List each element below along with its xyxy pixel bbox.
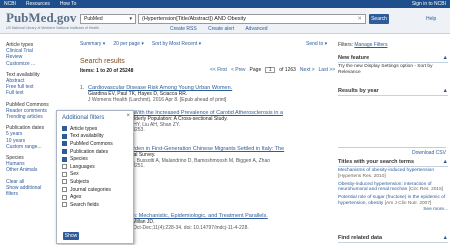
collapse-icon[interactable]: ▲	[443, 235, 448, 241]
page-total: of 1263	[279, 67, 296, 73]
titles-list: Mechanisms of obesity-induced hypertensi…	[338, 168, 448, 213]
next-page-link[interactable]: Next >	[300, 67, 315, 73]
close-icon[interactable]: ×	[126, 113, 130, 119]
results-by-year-heading: Results by year ▲	[338, 88, 448, 96]
additional-filters-popup: Additional filters × Article types Text a…	[56, 110, 134, 244]
popup-title: Additional filters	[62, 115, 105, 121]
new-feature-heading: New feature ▲	[338, 55, 448, 63]
filter-option-label: Subjects	[70, 178, 90, 185]
signin-link[interactable]: Sign in to NCBI	[412, 1, 446, 7]
create-alert-link[interactable]: Create alert	[208, 26, 234, 32]
advanced-search-link[interactable]: Advanced	[245, 26, 267, 32]
sort-menu[interactable]: Sort by Most Recent ▾	[152, 41, 201, 47]
filter-sidebar: Article types Clinical Trial Review Cust…	[6, 42, 54, 197]
ncbi-home-link[interactable]: NCBI	[4, 1, 16, 7]
format-summary-menu[interactable]: Summary ▾	[80, 41, 105, 47]
filter-option-label: Languages	[70, 163, 95, 170]
items-count: Items: 1 to 20 of 25248	[80, 68, 134, 74]
clear-icon[interactable]: ✕	[357, 16, 362, 22]
results-toolbar: Summary ▾ 20 per page ▾ Sort by Most Rec…	[80, 41, 201, 47]
filter-checkbox[interactable]	[62, 156, 67, 162]
manage-filters-link[interactable]: Manage Filters	[354, 42, 387, 48]
database-select[interactable]: PubMed ▾	[80, 14, 136, 24]
popup-filter-option[interactable]: Subjects	[62, 178, 128, 186]
howto-menu[interactable]: How To	[60, 1, 77, 7]
filter-option-label: Journal categories	[70, 186, 111, 193]
search-input[interactable]: (Hypertension[Title/Abstract]) AND Obesi…	[138, 14, 366, 24]
titles-list-item[interactable]: Mechanisms of obesity-induced hypertensi…	[338, 168, 448, 180]
results-by-year-chart[interactable]	[338, 98, 446, 148]
popup-filter-option[interactable]: Journal categories	[62, 186, 128, 194]
per-page-menu[interactable]: 20 per page ▾	[113, 41, 144, 47]
result-citation: J Womens Health (Larchmt). 2016 Apr 8. […	[88, 96, 227, 103]
pagination: << First < Prev Page 1 of 1263 Next > La…	[210, 67, 335, 73]
popup-filter-option[interactable]: Languages	[62, 163, 128, 171]
search-sublinks: Create RSS Create alert Advanced	[170, 26, 278, 32]
filter-option-label: Article types	[70, 125, 98, 132]
send-to-menu[interactable]: Send to ▾	[306, 41, 327, 47]
filter-option-label: Sex	[70, 171, 79, 178]
help-link[interactable]: Help	[426, 16, 436, 22]
popup-filter-option[interactable]: PubMed Commons	[62, 140, 128, 148]
page-label: Page	[249, 67, 262, 73]
search-header: PubMed.gov US National Library of Medici…	[0, 8, 450, 34]
popup-filter-option[interactable]: Sex	[62, 171, 128, 179]
collapse-icon[interactable]: ▲	[443, 159, 448, 165]
popup-filter-option[interactable]: Article types	[62, 125, 128, 133]
filter-option-label: Publication dates	[70, 148, 109, 155]
database-select-value: PubMed	[84, 16, 103, 22]
prev-page-link[interactable]: < Prev	[231, 67, 246, 73]
pubmed-logo-text: PubMed.gov	[6, 10, 77, 25]
create-rss-link[interactable]: Create RSS	[170, 26, 197, 32]
download-csv-link[interactable]: Download CSV	[412, 150, 446, 156]
filter-checkbox[interactable]	[62, 133, 67, 139]
pubmed-logo-subtitle: US National Library of Medicine National…	[6, 26, 99, 30]
find-related-heading: Find related data ▲	[338, 235, 448, 243]
see-more-link[interactable]: See more...	[338, 207, 448, 213]
filter-pubmed-commons: PubMed Commons	[6, 101, 49, 108]
ncbi-topbar: NCBI Resources How To Sign in to NCBI	[0, 0, 450, 8]
filter-option-label: Search fields	[70, 201, 99, 208]
filter-checkbox[interactable]	[62, 126, 67, 132]
titles-list-item[interactable]: Obesity-induced hypertension: interactio…	[338, 182, 448, 194]
filter-checkbox[interactable]	[62, 171, 67, 177]
filter-checkbox[interactable]	[62, 202, 67, 208]
filters-label: Filters: Manage Filters	[338, 42, 388, 48]
filter-checkbox[interactable]	[62, 194, 67, 200]
filter-checkbox[interactable]	[62, 164, 67, 170]
results-heading: Search results	[80, 58, 125, 65]
collapse-icon[interactable]: ▲	[443, 88, 448, 94]
filter-option-label: Ages	[70, 194, 82, 201]
filter-option-label: Species	[70, 156, 88, 163]
popup-filter-option[interactable]: Search fields	[62, 201, 128, 209]
titles-list-item[interactable]: Potential role of sugar (fructose) in th…	[338, 195, 448, 207]
filter-checkbox[interactable]	[62, 187, 67, 193]
first-page-link[interactable]: << First	[210, 67, 227, 73]
show-button[interactable]: Show	[63, 232, 79, 240]
show-additional-filters-link[interactable]: Show additional filters	[6, 185, 54, 197]
last-page-link[interactable]: Last >>	[319, 67, 336, 73]
chevron-down-icon: ▾	[129, 16, 132, 22]
result-item: 1. Cardiovascular Disease Risk Among You…	[80, 85, 320, 103]
resources-menu[interactable]: Resources	[26, 1, 50, 7]
filter-option-label: Text availability	[70, 133, 104, 140]
filter-checkbox[interactable]	[62, 141, 67, 147]
collapse-icon[interactable]: ▲	[443, 55, 448, 61]
popup-filter-option[interactable]: Publication dates	[62, 148, 128, 156]
search-input-value: (Hypertension[Title/Abstract]) AND Obesi…	[142, 16, 247, 22]
popup-filter-list: Article types Text availability PubMed Com…	[62, 125, 128, 209]
popup-filter-option[interactable]: Species	[62, 155, 128, 163]
filter-checkbox[interactable]	[62, 179, 67, 185]
titles-heading: Titles with your search terms ▲	[338, 159, 448, 167]
new-feature-text: Try the new Display Settings option - So…	[338, 64, 433, 75]
result-number: 1.	[80, 85, 85, 91]
search-button[interactable]: Search	[369, 14, 389, 24]
filter-option-label: PubMed Commons	[70, 140, 113, 147]
popup-filter-option[interactable]: Text availability	[62, 133, 128, 141]
page-number-input[interactable]: 1	[265, 67, 276, 73]
popup-filter-option[interactable]: Ages	[62, 193, 128, 201]
filter-checkbox[interactable]	[62, 149, 67, 155]
